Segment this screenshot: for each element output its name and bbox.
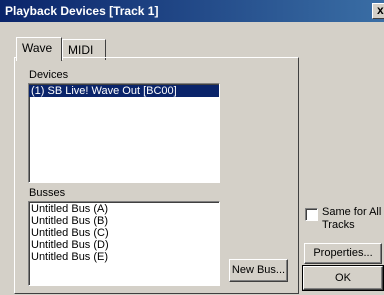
tab-midi-label: MIDI [68,43,94,57]
same-for-all-tracks-checkbox[interactable] [305,208,318,221]
new-bus-button[interactable]: New Bus... [229,259,288,282]
window-title: Playback Devices [Track 1] [5,4,159,18]
title-bar[interactable]: Playback Devices [Track 1] x [0,0,384,22]
close-icon: x [377,3,384,17]
same-for-all-label-line2: Tracks [322,219,355,231]
close-button[interactable]: x [372,3,384,19]
tab-wave[interactable]: Wave [16,37,62,61]
properties-button[interactable]: Properties... [304,243,382,264]
same-for-all-label-line1: Same for All [322,206,382,218]
ok-button[interactable]: OK [302,265,384,291]
tab-wave-label: Wave [22,41,53,55]
